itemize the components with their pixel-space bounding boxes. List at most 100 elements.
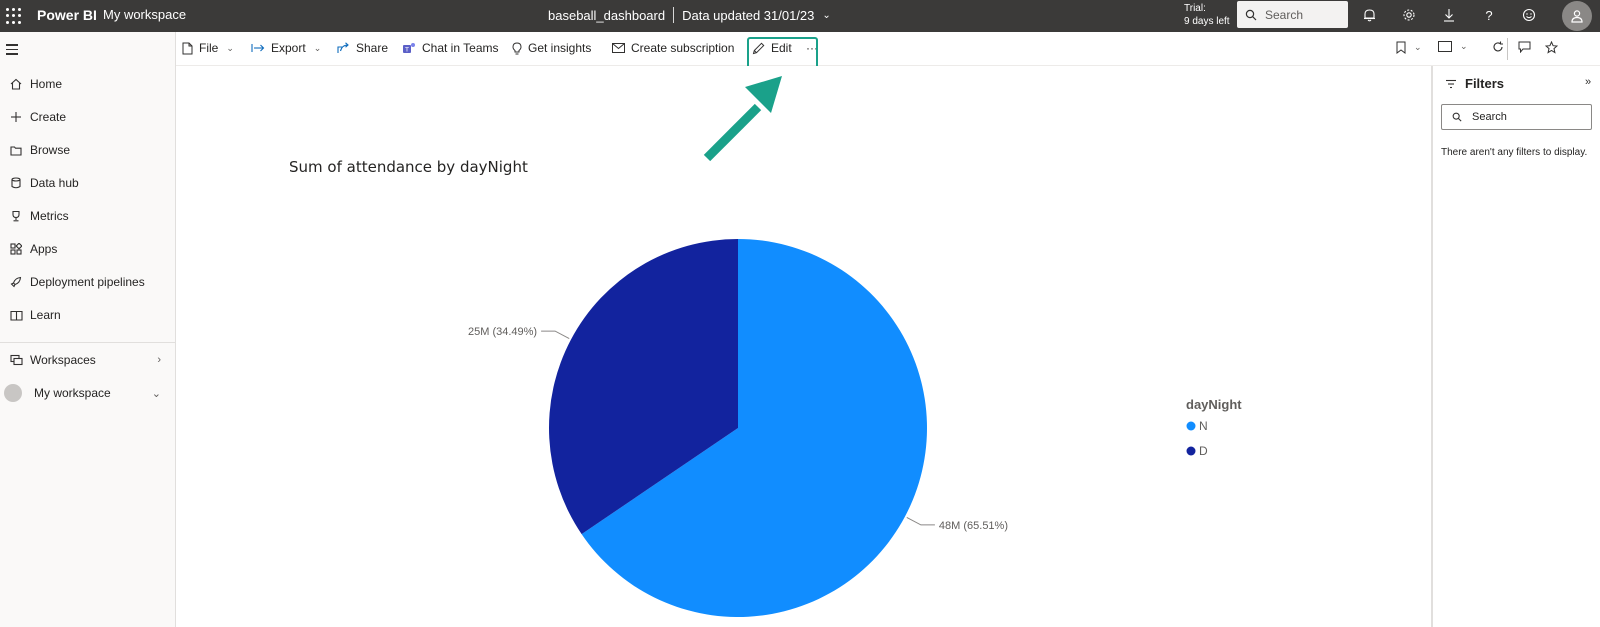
- view-menu[interactable]: ⌄: [1438, 41, 1468, 52]
- data-label-d: 25M (34.49%): [468, 326, 537, 338]
- filter-icon: [1446, 79, 1456, 88]
- search-placeholder: Search: [1265, 7, 1304, 22]
- nav-label: Create: [30, 110, 67, 124]
- chevron-down-icon: ⌄: [1414, 42, 1422, 52]
- download-icon[interactable]: [1440, 6, 1458, 24]
- pie-slices: [549, 239, 927, 617]
- filters-title: Filters: [1465, 76, 1505, 91]
- nav-item-metrics[interactable]: Metrics: [0, 201, 175, 231]
- nav-divider: [0, 342, 175, 343]
- nav-item-browse[interactable]: Browse: [0, 135, 175, 165]
- nav-item-apps[interactable]: Apps: [0, 234, 175, 264]
- share-button[interactable]: Share: [337, 41, 388, 55]
- nav-item-create[interactable]: Create: [0, 102, 175, 132]
- file-label: File: [199, 41, 219, 55]
- nav-label: Metrics: [30, 209, 69, 223]
- comments-button[interactable]: [1518, 41, 1531, 53]
- legend-label-n[interactable]: N: [1199, 419, 1208, 433]
- nav-label: Workspaces: [30, 353, 96, 367]
- nav-item-my-workspace[interactable]: My workspace ⌄: [0, 378, 175, 408]
- book-icon: [4, 310, 28, 321]
- nav-label: Data hub: [30, 176, 79, 190]
- nav-label: Learn: [30, 308, 61, 322]
- workspace-avatar-icon: [4, 384, 22, 402]
- legend-marker-d[interactable]: [1186, 446, 1196, 456]
- search-icon: [1452, 112, 1462, 122]
- chevron-down-icon: ⌄: [226, 42, 234, 53]
- teams-icon: T: [403, 42, 415, 53]
- export-icon: [251, 44, 265, 52]
- chevron-down-icon[interactable]: ⌄: [152, 387, 161, 400]
- apps-icon: [4, 243, 28, 255]
- user-avatar[interactable]: [1562, 1, 1592, 31]
- lightbulb-icon: [512, 41, 522, 54]
- refresh-button[interactable]: [1492, 41, 1504, 53]
- chat-in-teams-button[interactable]: T Chat in Teams: [402, 41, 498, 55]
- database-icon: [4, 177, 28, 189]
- toolbar-divider: [1507, 38, 1508, 60]
- export-label: Export: [271, 41, 306, 55]
- data-updated-text[interactable]: Data updated 31/01/23: [682, 8, 814, 23]
- report-toolbar: File ⌄ Export ⌄ Share T Chat in Teams Ge…: [176, 32, 1600, 66]
- legend-marker-n[interactable]: [1186, 421, 1196, 431]
- brand-name[interactable]: Power BI: [37, 7, 97, 23]
- help-icon[interactable]: ?: [1480, 6, 1498, 24]
- legend-label-d[interactable]: D: [1199, 444, 1208, 458]
- workspaces-icon: [4, 354, 28, 366]
- nav-label: My workspace: [34, 386, 111, 400]
- bookmark-icon: [1396, 41, 1406, 54]
- create-subscription-button[interactable]: Create subscription: [612, 41, 734, 55]
- nav-item-deployment-pipelines[interactable]: Deployment pipelines: [0, 267, 175, 297]
- get-insights-label: Get insights: [528, 41, 592, 55]
- report-header: baseball_dashboard Data updated 31/01/23…: [548, 7, 831, 23]
- create-subscription-label: Create subscription: [631, 41, 735, 55]
- report-name: baseball_dashboard: [548, 7, 666, 23]
- filters-empty-message: There aren't any filters to display.: [1441, 147, 1588, 158]
- nav-item-data-hub[interactable]: Data hub: [0, 168, 175, 198]
- chevron-down-icon[interactable]: ⌄: [822, 10, 830, 21]
- collapse-pane-icon[interactable]: »: [1585, 76, 1591, 88]
- search-input[interactable]: Search: [1237, 1, 1348, 28]
- file-menu-button[interactable]: File ⌄: [182, 41, 234, 55]
- filters-pane: Filters » Search There aren't any filter…: [1431, 66, 1600, 627]
- nav-label: Deployment pipelines: [30, 275, 145, 289]
- nav-item-learn[interactable]: Learn: [0, 300, 175, 330]
- rocket-icon: [4, 276, 28, 288]
- hamburger-menu-icon[interactable]: [6, 44, 18, 58]
- trial-status: Trial: 9 days left: [1184, 2, 1230, 28]
- export-menu-button[interactable]: Export ⌄: [251, 41, 321, 55]
- bookmark-menu[interactable]: ⌄: [1396, 41, 1422, 54]
- chevron-down-icon: ⌄: [313, 42, 322, 53]
- chart-title: Sum of attendance by dayNight: [289, 158, 528, 176]
- view-icon: [1438, 41, 1452, 52]
- nav-label: Browse: [30, 143, 71, 157]
- filters-search-placeholder: Search: [1472, 111, 1507, 123]
- legend-title: dayNight: [1186, 397, 1242, 412]
- home-icon: [4, 78, 28, 90]
- favorite-button[interactable]: [1545, 41, 1558, 54]
- chat-in-teams-label: Chat in Teams: [422, 41, 499, 55]
- app-launcher-icon[interactable]: [4, 6, 24, 26]
- share-icon: [337, 42, 349, 53]
- nav-item-workspaces[interactable]: Workspaces ›: [0, 345, 175, 375]
- file-icon: [182, 42, 193, 54]
- share-label: Share: [356, 41, 389, 55]
- search-icon: [1245, 9, 1257, 20]
- trial-days-left: 9 days left: [1184, 16, 1230, 27]
- chevron-right-icon[interactable]: ›: [157, 354, 161, 366]
- notifications-bell-icon[interactable]: [1360, 6, 1378, 24]
- nav-item-home[interactable]: Home: [0, 69, 175, 99]
- trophy-icon: [4, 210, 28, 222]
- settings-gear-icon[interactable]: [1400, 6, 1418, 24]
- nav-label: Home: [30, 77, 63, 91]
- feedback-smiley-icon[interactable]: [1520, 6, 1538, 24]
- svg-text:T: T: [404, 45, 409, 53]
- mail-icon: [612, 43, 625, 53]
- filters-search-input[interactable]: Search: [1441, 104, 1592, 130]
- breadcrumb-workspace[interactable]: My workspace: [103, 7, 186, 22]
- star-icon: [1545, 41, 1558, 54]
- get-insights-button[interactable]: Get insights: [512, 41, 591, 55]
- left-nav: Home Create Browse Data hub Metrics Apps…: [0, 32, 176, 627]
- folder-icon: [4, 145, 28, 156]
- top-bar: Power BI My workspace baseball_dashboard…: [0, 0, 1600, 32]
